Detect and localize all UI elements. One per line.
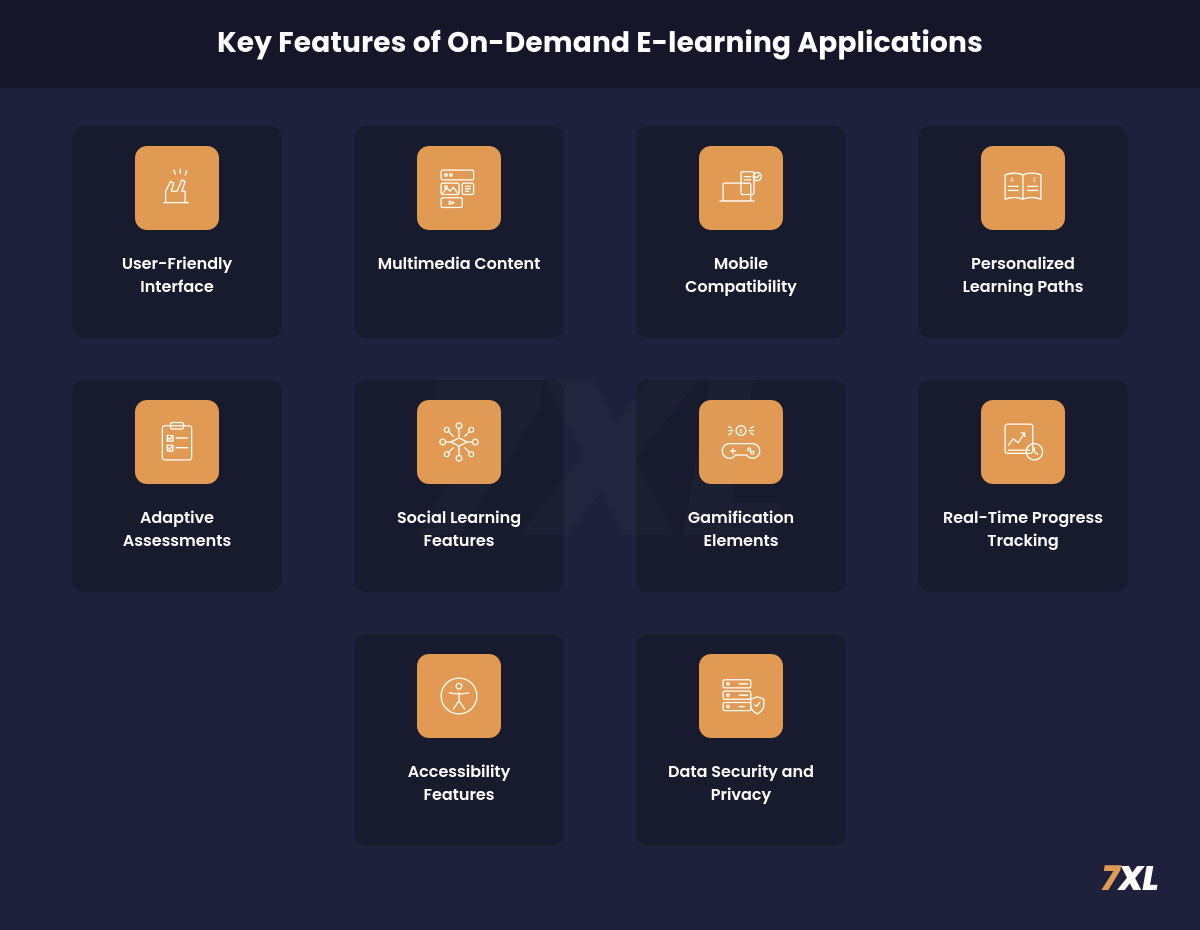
feature-label: Accessibility Features — [372, 760, 546, 806]
feature-label: Adaptive Assessments — [90, 506, 264, 552]
svg-text:Z: Z — [1033, 176, 1036, 184]
feature-card: Mobile Compatibility — [636, 126, 846, 338]
brand-xl: XL — [1118, 853, 1158, 904]
feature-label: User-Friendly Interface — [90, 252, 264, 298]
server-shield-icon — [699, 654, 783, 738]
network-cap-icon — [417, 400, 501, 484]
feature-card: User-Friendly Interface — [72, 126, 282, 338]
feature-label: Gamification Elements — [654, 506, 828, 552]
feature-label: Personalized Learning Paths — [936, 252, 1110, 298]
grid-row: Accessibility Features Data Security and… — [60, 634, 1140, 846]
feature-card: A Z Personalized Learning Paths — [918, 126, 1128, 338]
features-grid: User-Friendly Interface Multimedia Conte… — [0, 88, 1200, 846]
feature-label: Multimedia Content — [374, 252, 545, 275]
high-five-icon — [135, 146, 219, 230]
multimedia-icon — [417, 146, 501, 230]
feature-card: Multimedia Content — [354, 126, 564, 338]
checklist-icon — [135, 400, 219, 484]
svg-text:A: A — [1010, 176, 1014, 184]
feature-label: Data Security and Privacy — [654, 760, 828, 806]
feature-card: $ Gamification Elements — [636, 380, 846, 592]
accessibility-icon — [417, 654, 501, 738]
feature-label: Mobile Compatibility — [654, 252, 828, 298]
gamepad-coin-icon: $ — [699, 400, 783, 484]
chart-clock-icon — [981, 400, 1065, 484]
feature-label: Social Learning Features — [372, 506, 546, 552]
brand-logo: 7XL — [1101, 853, 1158, 904]
feature-card: Adaptive Assessments — [72, 380, 282, 592]
grid-row: Adaptive Assessments Social Le — [60, 380, 1140, 592]
mobile-laptop-icon — [699, 146, 783, 230]
page-title: Key Features of On-Demand E-learning App… — [0, 22, 1200, 64]
grid-row: User-Friendly Interface Multimedia Conte… — [60, 126, 1140, 338]
header-bar: Key Features of On-Demand E-learning App… — [0, 0, 1200, 88]
feature-card: Data Security and Privacy — [636, 634, 846, 846]
svg-text:$: $ — [739, 427, 743, 435]
feature-card: Accessibility Features — [354, 634, 564, 846]
feature-card: Real-Time Progress Tracking — [918, 380, 1128, 592]
feature-card: Social Learning Features — [354, 380, 564, 592]
feature-label: Real-Time Progress Tracking — [936, 506, 1110, 552]
brand-seven: 7 — [1101, 853, 1118, 904]
open-book-icon: A Z — [981, 146, 1065, 230]
